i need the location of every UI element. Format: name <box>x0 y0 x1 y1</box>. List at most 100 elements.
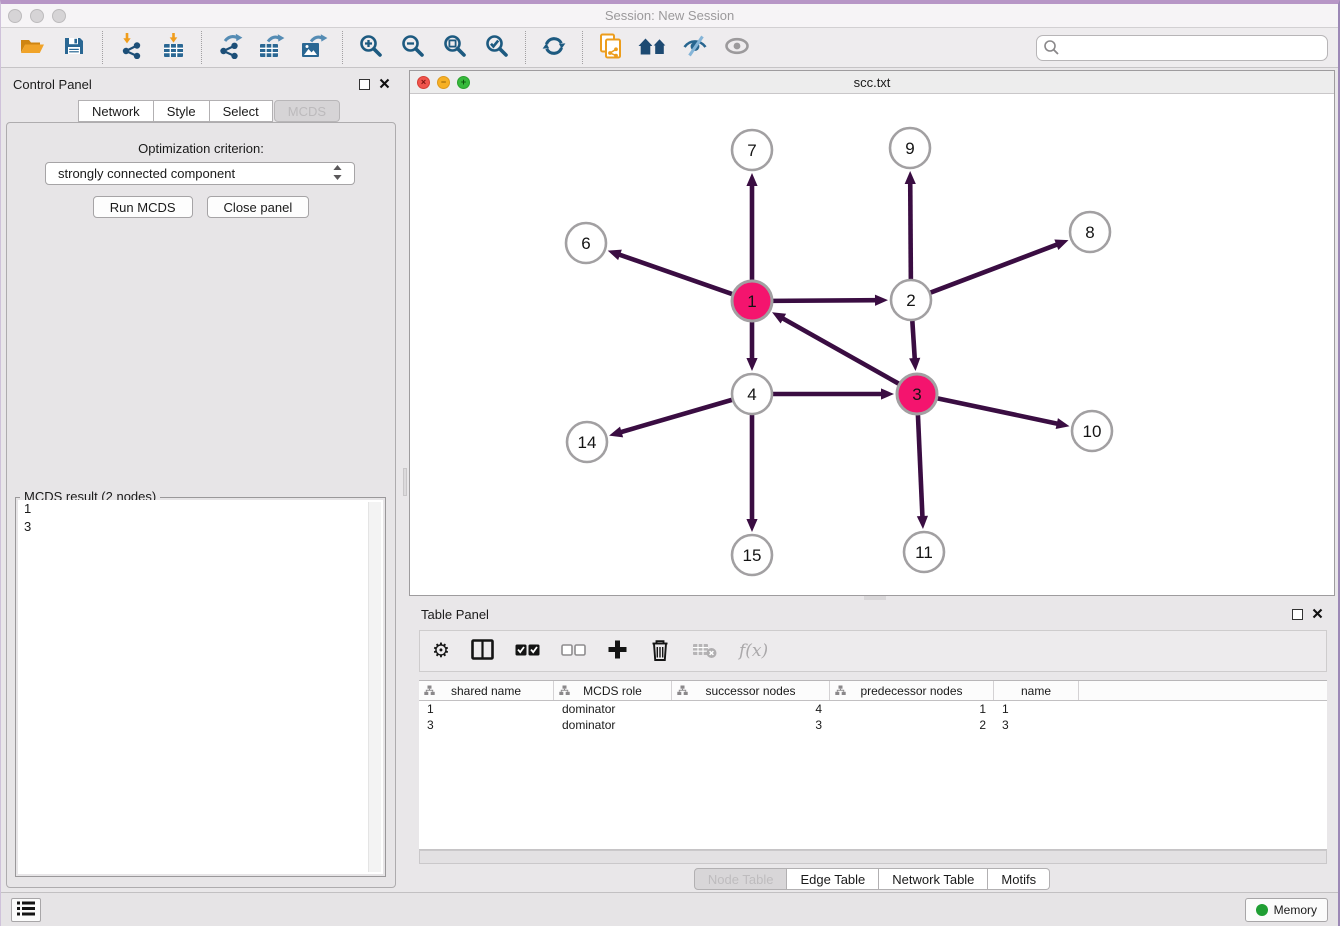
graph-edge-4-14[interactable] <box>609 400 732 437</box>
cell-mcds-role: dominator <box>554 701 672 717</box>
zoom-in-button[interactable] <box>355 32 387 64</box>
memory-button[interactable]: Memory <box>1245 898 1328 922</box>
optimization-criterion-select[interactable]: strongly connected component <box>45 162 355 185</box>
column-header-shared-name[interactable]: shared name <box>419 681 554 700</box>
tab-select[interactable]: Select <box>210 100 273 122</box>
graph-edge-1-7[interactable] <box>746 173 757 280</box>
graph-edge-1-6[interactable] <box>608 250 732 294</box>
node-table[interactable]: shared name MCDS role successor nodes pr… <box>419 680 1327 850</box>
houses-icon <box>638 35 668 60</box>
graph-edge-3-11[interactable] <box>917 415 928 529</box>
graph-node-11[interactable]: 11 <box>904 532 944 572</box>
horizontal-scrollbar[interactable] <box>419 850 1327 864</box>
float-panel-icon[interactable] <box>1292 609 1303 620</box>
select-all-columns-button[interactable] <box>515 644 540 659</box>
refresh-view-button[interactable] <box>538 32 570 64</box>
window-zoom-button[interactable] <box>52 9 66 23</box>
tab-style[interactable]: Style <box>154 100 210 122</box>
graph-node-15[interactable]: 15 <box>732 535 772 575</box>
task-history-button[interactable] <box>11 898 41 922</box>
svg-text:7: 7 <box>747 141 756 160</box>
show-columns-button[interactable] <box>471 639 494 663</box>
network-zoom-button[interactable]: + <box>457 76 470 89</box>
graph-node-8[interactable]: 8 <box>1070 212 1110 252</box>
graph-edge-2-3[interactable] <box>909 321 920 371</box>
graph-edge-4-3[interactable] <box>773 388 894 399</box>
delete-column-button[interactable] <box>649 638 671 665</box>
save-session-button[interactable] <box>58 32 90 64</box>
cell-shared-name: 1 <box>419 701 554 717</box>
network-window-titlebar: × − + scc.txt <box>410 71 1334 94</box>
graph-edge-4-15[interactable] <box>746 415 757 532</box>
tab-motifs[interactable]: Motifs <box>988 868 1050 890</box>
tab-network-table[interactable]: Network Table <box>879 868 988 890</box>
mcds-result-list[interactable]: 1 3 <box>18 500 383 874</box>
graph-node-1[interactable]: 1 <box>732 281 772 321</box>
graph-edge-3-10[interactable] <box>938 398 1070 429</box>
open-session-button[interactable] <box>16 32 48 64</box>
graph-node-6[interactable]: 6 <box>566 223 606 263</box>
cytoscape-window: Session: New Session <box>0 0 1340 926</box>
window-minimize-button[interactable] <box>30 9 44 23</box>
graph-node-4[interactable]: 4 <box>732 374 772 414</box>
graph-node-9[interactable]: 9 <box>890 128 930 168</box>
tab-edge-table[interactable]: Edge Table <box>787 868 879 890</box>
column-tree-icon <box>559 685 570 699</box>
export-table-button[interactable] <box>256 32 288 64</box>
function-builder-button[interactable]: f(x) <box>739 641 768 661</box>
tab-network[interactable]: Network <box>78 100 154 122</box>
graph-node-7[interactable]: 7 <box>732 130 772 170</box>
graph-edge-2-8[interactable] <box>931 240 1069 293</box>
hide-selected-button[interactable] <box>679 32 711 64</box>
close-panel-icon[interactable] <box>379 77 390 92</box>
clone-network-button[interactable] <box>595 32 627 64</box>
export-image-button[interactable] <box>298 32 330 64</box>
graph-edge-1-2[interactable] <box>773 295 888 306</box>
run-mcds-button[interactable]: Run MCDS <box>93 196 193 218</box>
network-canvas[interactable]: 7 9 6 8 1 2 4 3 14 10 15 11 <box>410 94 1334 595</box>
memory-status-icon <box>1256 904 1268 916</box>
cell-predecessor-nodes: 1 <box>830 701 994 717</box>
window-close-button[interactable] <box>8 9 22 23</box>
column-header-successor-nodes[interactable]: successor nodes <box>672 681 830 700</box>
scrollbar-track[interactable] <box>368 502 381 872</box>
delete-table-button[interactable] <box>692 641 718 662</box>
title-bar: Session: New Session <box>1 4 1338 28</box>
close-panel-icon[interactable] <box>1312 607 1323 622</box>
import-table-button[interactable] <box>157 32 189 64</box>
unselect-all-columns-button[interactable] <box>561 644 586 659</box>
float-panel-icon[interactable] <box>359 79 370 90</box>
graph-node-3[interactable]: 3 <box>897 374 937 414</box>
close-panel-button[interactable]: Close panel <box>207 196 310 218</box>
show-all-button[interactable] <box>721 32 753 64</box>
tab-node-table[interactable]: Node Table <box>694 868 788 890</box>
graph-edge-1-4[interactable] <box>746 322 757 371</box>
graph-node-14[interactable]: 14 <box>567 422 607 462</box>
column-header-predecessor-nodes[interactable]: predecessor nodes <box>830 681 994 700</box>
graph-node-2[interactable]: 2 <box>891 280 931 320</box>
graph-edge-2-9[interactable] <box>905 171 916 279</box>
zoom-in-icon <box>359 34 383 61</box>
network-minimize-button[interactable]: − <box>437 76 450 89</box>
table-row[interactable]: 3 dominator 3 2 3 <box>419 717 1327 733</box>
first-neighbors-button[interactable] <box>637 32 669 64</box>
zoom-selected-button[interactable] <box>481 32 513 64</box>
svg-text:14: 14 <box>578 433 597 452</box>
zoom-out-button[interactable] <box>397 32 429 64</box>
graph-node-10[interactable]: 10 <box>1072 411 1112 451</box>
add-column-button[interactable] <box>607 639 628 663</box>
network-close-button[interactable]: × <box>417 76 430 89</box>
unchecked-boxes-icon <box>561 644 586 659</box>
vertical-splitter[interactable] <box>402 70 409 892</box>
table-row[interactable]: 1 dominator 4 1 1 <box>419 701 1327 717</box>
control-panel-title: Control Panel <box>13 77 92 92</box>
graph-edge-3-1[interactable] <box>772 312 899 383</box>
tab-mcds[interactable]: MCDS <box>274 100 340 122</box>
search-input[interactable] <box>1036 35 1328 61</box>
import-network-button[interactable] <box>115 32 147 64</box>
table-options-button[interactable]: ⚙ <box>432 641 450 661</box>
column-header-name[interactable]: name <box>994 681 1079 700</box>
column-header-mcds-role[interactable]: MCDS role <box>554 681 672 700</box>
zoom-fit-button[interactable] <box>439 32 471 64</box>
export-network-button[interactable] <box>214 32 246 64</box>
